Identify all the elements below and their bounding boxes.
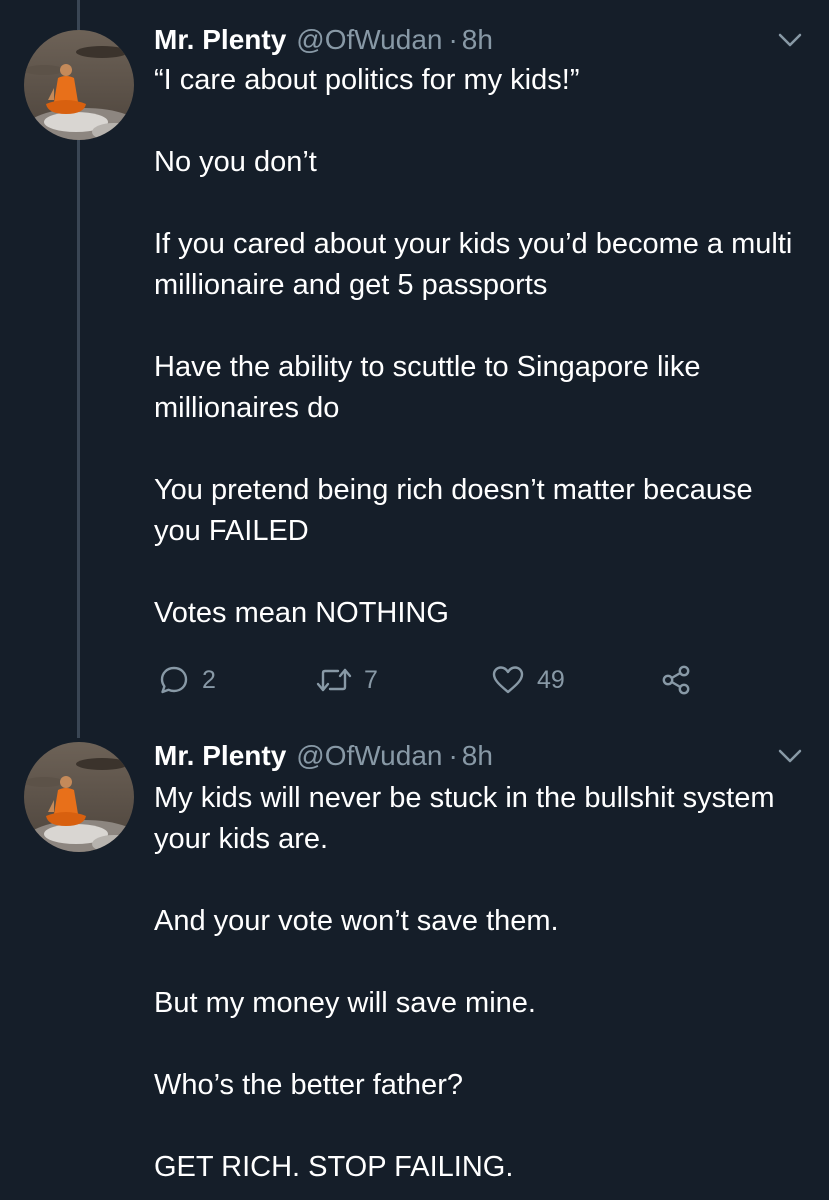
timestamp[interactable]: 8h — [462, 24, 493, 56]
reply-button[interactable]: 2 — [158, 660, 216, 700]
tweet-1[interactable]: Mr. Plenty @OfWudan · 8h “I care about p… — [0, 0, 829, 730]
like-button[interactable]: 49 — [491, 660, 565, 700]
retweet-count: 7 — [364, 665, 378, 694]
avatar[interactable] — [24, 30, 134, 140]
tweet-text: My kids will never be stuck in the bulls… — [154, 778, 804, 1188]
tweet-paragraph: No you don’t — [154, 146, 317, 178]
retweet-button[interactable]: 7 — [316, 660, 378, 700]
tweet-text: “I care about politics for my kids!” No … — [154, 60, 804, 634]
separator-dot: · — [448, 24, 458, 55]
tweet-header: Mr. Plenty @OfWudan · 8h — [154, 20, 493, 60]
tweet-2[interactable]: Mr. Plenty @OfWudan · 8h My kids will ne… — [0, 730, 829, 1200]
tweet-paragraph: “I care about politics for my kids!” — [154, 64, 580, 96]
share-icon — [662, 665, 690, 695]
tweet-paragraph: And your vote won’t save them. — [154, 905, 559, 937]
tweet-paragraph: GET RICH. STOP FAILING. — [154, 1151, 514, 1183]
tweet-paragraph: If you cared about your kids you’d becom… — [154, 228, 801, 301]
tweet-paragraph: Votes mean NOTHING — [154, 597, 449, 629]
reply-icon — [160, 666, 188, 694]
like-count: 49 — [537, 665, 565, 694]
display-name[interactable]: Mr. Plenty — [154, 24, 286, 56]
tweet-paragraph: Have the ability to scuttle to Singapore… — [154, 351, 709, 424]
heart-icon — [492, 666, 524, 694]
reply-count: 2 — [202, 665, 216, 694]
share-button[interactable] — [660, 660, 692, 700]
retweet-icon — [316, 668, 352, 692]
timestamp[interactable]: 8h — [462, 740, 493, 772]
tweet-paragraph: You pretend being rich doesn’t matter be… — [154, 474, 761, 547]
chevron-down-icon[interactable] — [774, 24, 806, 56]
tweet-paragraph: But my money will save mine. — [154, 987, 536, 1019]
user-handle[interactable]: @OfWudan — [296, 740, 442, 772]
tweet-header: Mr. Plenty @OfWudan · 8h — [154, 736, 493, 776]
tweet-paragraph: Who’s the better father? — [154, 1069, 463, 1101]
display-name[interactable]: Mr. Plenty — [154, 740, 286, 772]
tweet-actions: 2 7 49 — [154, 660, 714, 700]
tweet-paragraph: My kids will never be stuck in the bulls… — [154, 782, 783, 855]
user-handle[interactable]: @OfWudan — [296, 24, 442, 56]
avatar[interactable] — [24, 742, 134, 852]
avatar-meditating-monk-icon — [24, 30, 134, 140]
separator-dot: · — [448, 740, 458, 771]
chevron-down-icon[interactable] — [774, 740, 806, 772]
avatar-meditating-monk-icon — [24, 742, 134, 852]
